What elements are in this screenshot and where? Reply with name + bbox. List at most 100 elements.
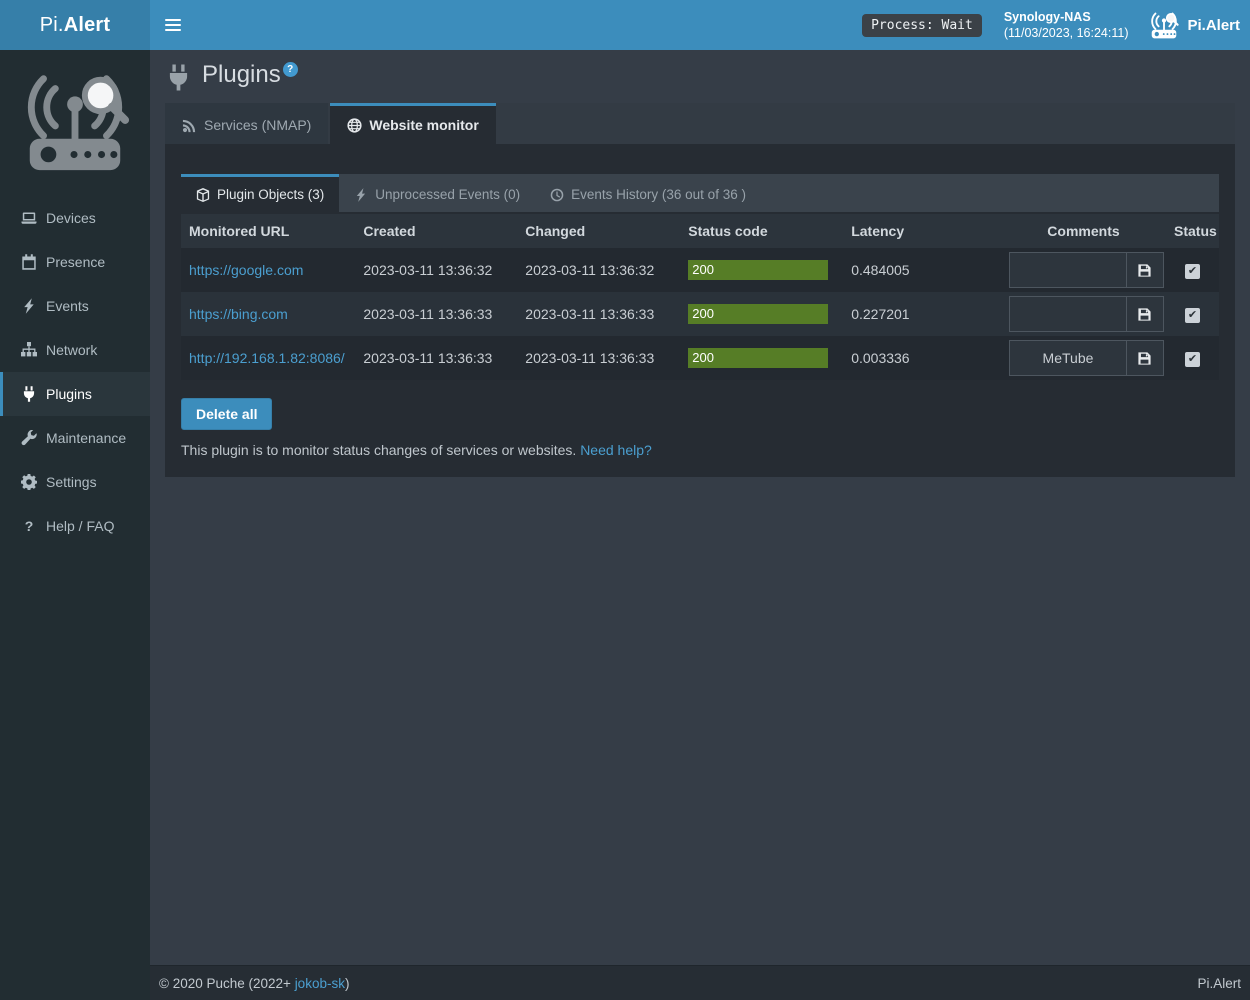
jokob-sk-link[interactable]: jokob-sk	[295, 976, 345, 991]
wrench-icon	[21, 430, 37, 446]
latency-cell: 0.484005	[843, 248, 1001, 292]
app-name: Pi.Alert	[1187, 17, 1240, 34]
copyright-text: © 2020 Puche (2022+	[159, 976, 291, 991]
status-checkbox[interactable]	[1185, 352, 1200, 367]
brand-pi: Pi.	[40, 14, 64, 37]
sidebar-item-label: Devices	[46, 210, 96, 226]
subtab-unprocessed-events[interactable]: Unprocessed Events (0)	[339, 174, 535, 212]
process-status-badge: Process: Wait	[862, 14, 982, 37]
delete-all-button[interactable]: Delete all	[181, 398, 272, 430]
col-comments: Comments	[1001, 214, 1166, 248]
page-title: Plugins	[202, 62, 281, 88]
sidebar-item-help-faq[interactable]: ? Help / FAQ	[0, 504, 150, 548]
content-wrapper: Plugins ? Services (NMAP) Website monito…	[150, 50, 1250, 965]
table-row: http://192.168.1.82:8086/ 2023-03-11 13:…	[181, 336, 1219, 380]
sidebar-item-label: Maintenance	[46, 430, 126, 446]
calendar-icon	[21, 254, 37, 270]
brand-alert: Alert	[64, 14, 111, 37]
brand-logo[interactable]: Pi.Alert	[0, 0, 150, 50]
cube-icon	[196, 188, 210, 202]
sidebar-item-network[interactable]: Network	[0, 328, 150, 372]
website-monitor-panel: Plugin Objects (3) Unprocessed Events (0…	[165, 144, 1235, 477]
host-timestamp: (11/03/2023, 16:24:11)	[1004, 25, 1129, 41]
laptop-icon	[21, 210, 37, 226]
monitored-url-link[interactable]: https://bing.com	[189, 306, 288, 322]
comment-input[interactable]	[1010, 341, 1126, 375]
tab-label: Website monitor	[369, 117, 478, 133]
plugin-description-text: This plugin is to monitor status changes…	[181, 442, 576, 458]
sidebar-item-label: Presence	[46, 254, 105, 270]
clock-icon	[550, 188, 564, 202]
tab-services-nmap[interactable]: Services (NMAP)	[165, 103, 328, 144]
top-header: Pi.Alert Process: Wait Synology-NAS (11/…	[0, 0, 1250, 50]
changed-cell: 2023-03-11 13:36:33	[517, 336, 680, 380]
need-help-link[interactable]: Need help?	[580, 442, 652, 458]
page-header: Plugins ?	[150, 50, 1250, 99]
save-comment-button[interactable]	[1126, 297, 1163, 331]
sidebar-item-plugins[interactable]: Plugins	[0, 372, 150, 416]
latency-cell: 0.003336	[843, 336, 1001, 380]
tab-website-monitor[interactable]: Website monitor	[330, 103, 495, 144]
save-comment-button[interactable]	[1126, 341, 1163, 375]
subtab-label: Plugin Objects (3)	[217, 187, 324, 202]
pialert-logo-icon	[16, 62, 134, 180]
floppy-icon	[1137, 263, 1152, 278]
created-cell: 2023-03-11 13:36:32	[355, 248, 517, 292]
plug-icon	[165, 64, 192, 91]
col-created: Created	[355, 214, 517, 248]
router-search-icon	[1148, 9, 1180, 41]
status-checkbox[interactable]	[1185, 308, 1200, 323]
floppy-icon	[1137, 307, 1152, 322]
title-help-badge[interactable]: ?	[283, 62, 298, 77]
comment-input[interactable]	[1010, 297, 1126, 331]
plugin-objects-table: Monitored URL Created Changed Status cod…	[181, 214, 1219, 380]
footer: © 2020 Puche (2022+ jokob-sk) Pi.Alert	[150, 965, 1250, 1000]
sidebar-item-presence[interactable]: Presence	[0, 240, 150, 284]
table-row: https://google.com 2023-03-11 13:36:32 2…	[181, 248, 1219, 292]
status-code-bar: 200	[688, 260, 828, 280]
monitored-url-link[interactable]: https://google.com	[189, 262, 303, 278]
col-changed: Changed	[517, 214, 680, 248]
latency-cell: 0.227201	[843, 292, 1001, 336]
plug-icon	[21, 386, 37, 402]
sidebar-item-settings[interactable]: Settings	[0, 460, 150, 504]
copyright-close: )	[345, 976, 350, 991]
plugin-description: This plugin is to monitor status changes…	[181, 442, 1219, 458]
table-header-row: Monitored URL Created Changed Status cod…	[181, 214, 1219, 248]
sidebar-toggle-button[interactable]	[150, 0, 196, 50]
gear-icon	[21, 474, 37, 490]
comment-control	[1009, 340, 1164, 376]
col-latency: Latency	[843, 214, 1001, 248]
hamburger-icon	[165, 16, 181, 34]
plugin-subtabs: Plugin Objects (3) Unprocessed Events (0…	[181, 174, 1219, 212]
sidebar-item-maintenance[interactable]: Maintenance	[0, 416, 150, 460]
col-monitored-url: Monitored URL	[181, 214, 355, 248]
sidebar-item-label: Events	[46, 298, 89, 314]
sidebar: Devices Presence Events Network Plugins …	[0, 50, 150, 1000]
status-code-bar: 200	[688, 348, 828, 368]
satellite-icon	[182, 118, 197, 133]
save-comment-button[interactable]	[1126, 253, 1163, 287]
sidebar-item-label: Help / FAQ	[46, 518, 114, 534]
changed-cell: 2023-03-11 13:36:33	[517, 292, 680, 336]
sidebar-item-events[interactable]: Events	[0, 284, 150, 328]
col-status-code: Status code	[680, 214, 843, 248]
status-checkbox[interactable]	[1185, 264, 1200, 279]
table-row: https://bing.com 2023-03-11 13:36:33 202…	[181, 292, 1219, 336]
plugin-tabs: Services (NMAP) Website monitor	[165, 103, 1235, 144]
subtab-events-history[interactable]: Events History (36 out of 36 )	[535, 174, 761, 212]
sitemap-icon	[21, 342, 37, 358]
status-code-bar: 200	[688, 304, 828, 324]
created-cell: 2023-03-11 13:36:33	[355, 336, 517, 380]
sidebar-item-label: Plugins	[46, 386, 92, 402]
changed-cell: 2023-03-11 13:36:32	[517, 248, 680, 292]
sidebar-item-label: Network	[46, 342, 97, 358]
created-cell: 2023-03-11 13:36:33	[355, 292, 517, 336]
sidebar-menu: Devices Presence Events Network Plugins …	[0, 196, 150, 548]
col-status: Status	[1166, 214, 1219, 248]
subtab-plugin-objects[interactable]: Plugin Objects (3)	[181, 174, 339, 212]
host-name: Synology-NAS	[1004, 9, 1129, 25]
comment-input[interactable]	[1010, 253, 1126, 287]
monitored-url-link[interactable]: http://192.168.1.82:8086/	[189, 350, 345, 366]
sidebar-item-devices[interactable]: Devices	[0, 196, 150, 240]
